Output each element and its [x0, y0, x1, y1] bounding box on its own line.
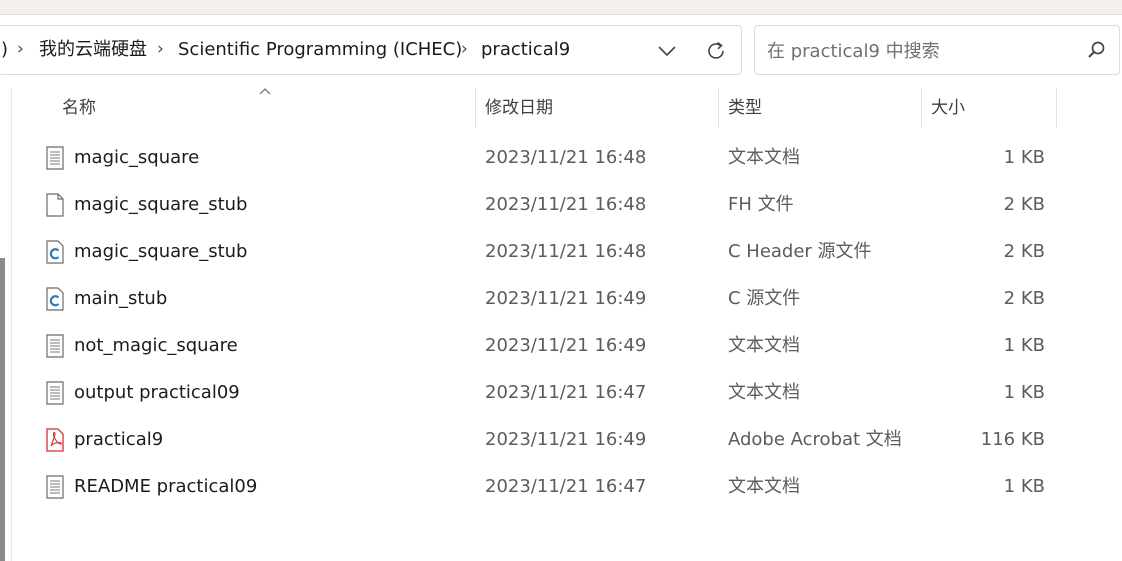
file-type: 文本文档: [728, 147, 800, 168]
refresh-button[interactable]: [700, 35, 732, 67]
history-dropdown-button[interactable]: [651, 35, 683, 67]
file-row[interactable]: magic_square_stub 2023/11/21 16:48 FH 文件…: [30, 182, 1065, 228]
file-size: 116 KB: [980, 429, 1045, 450]
file-size: 1 KB: [1003, 476, 1045, 497]
file-modified: 2023/11/21 16:47: [485, 382, 647, 403]
breadcrumb-partial: ): [1, 39, 9, 60]
file-row[interactable]: README practical09 2023/11/21 16:47 文本文档…: [30, 464, 1065, 510]
breadcrumb-item-course[interactable]: Scientific Programming (ICHEC): [178, 39, 462, 61]
file-size: 2 KB: [1003, 241, 1045, 262]
file-modified: 2023/11/21 16:48: [485, 147, 647, 168]
pane-divider: [11, 88, 12, 561]
column-header-name[interactable]: 名称: [62, 88, 96, 128]
address-toolbar: ) › 我的云端硬盘 › Scientific Programming (ICH…: [0, 15, 1122, 87]
refresh-icon: [708, 41, 724, 59]
text-file-icon: [46, 381, 64, 405]
file-modified: 2023/11/21 16:49: [485, 288, 647, 309]
file-modified: 2023/11/21 16:47: [485, 476, 647, 497]
column-header-type[interactable]: 类型: [728, 88, 762, 128]
file-type: Adobe Acrobat 文档: [728, 429, 902, 450]
file-size: 2 KB: [1003, 288, 1045, 309]
file-size: 1 KB: [1003, 147, 1045, 168]
c-source-file-icon: [46, 240, 64, 264]
file-row[interactable]: not_magic_square 2023/11/21 16:49 文本文档 1…: [30, 323, 1065, 369]
file-size: 1 KB: [1003, 382, 1045, 403]
file-type: 文本文档: [728, 335, 800, 356]
chevron-down-icon: [658, 46, 676, 57]
file-row[interactable]: magic_square 2023/11/21 16:48 文本文档 1 KB: [30, 135, 1065, 181]
file-modified: 2023/11/21 16:49: [485, 429, 647, 450]
search-icon: [1088, 41, 1105, 58]
column-header-row: 名称 修改日期 类型 大小: [12, 88, 1122, 128]
file-size: 1 KB: [1003, 335, 1045, 356]
file-modified: 2023/11/21 16:49: [485, 335, 647, 356]
column-divider[interactable]: [475, 88, 476, 128]
blank-file-icon: [46, 193, 64, 217]
file-name: magic_square_stub: [74, 194, 248, 215]
file-modified: 2023/11/21 16:48: [485, 241, 647, 262]
file-name: main_stub: [74, 288, 168, 309]
search-box[interactable]: [754, 25, 1120, 75]
file-type: FH 文件: [728, 194, 794, 215]
breadcrumb-chevron-icon[interactable]: ›: [461, 38, 468, 60]
file-type: 文本文档: [728, 382, 800, 403]
file-row[interactable]: magic_square_stub 2023/11/21 16:48 C Hea…: [30, 229, 1065, 275]
breadcrumb-item-drive[interactable]: 我的云端硬盘: [39, 39, 147, 61]
file-modified: 2023/11/21 16:48: [485, 194, 647, 215]
column-divider[interactable]: [718, 88, 719, 128]
search-button[interactable]: [1081, 35, 1111, 65]
pdf-file-icon: [46, 428, 64, 452]
column-divider[interactable]: [921, 88, 922, 128]
text-file-icon: [46, 334, 64, 358]
file-row[interactable]: output practical09 2023/11/21 16:47 文本文档…: [30, 370, 1065, 416]
file-row[interactable]: main_stub 2023/11/21 16:49 C 源文件 2 KB: [30, 276, 1065, 322]
address-bar[interactable]: ) › 我的云端硬盘 › Scientific Programming (ICH…: [0, 25, 742, 75]
file-type: C Header 源文件: [728, 241, 872, 262]
column-header-modified[interactable]: 修改日期: [485, 88, 553, 128]
breadcrumb-chevron-icon[interactable]: ›: [17, 38, 24, 60]
sort-ascending-icon: [259, 88, 271, 95]
file-type: C 源文件: [728, 288, 801, 309]
column-header-size[interactable]: 大小: [931, 88, 965, 128]
breadcrumb-item-practical9[interactable]: practical9: [481, 39, 570, 61]
file-name: magic_square_stub: [74, 241, 248, 262]
file-type: 文本文档: [728, 476, 800, 497]
text-file-icon: [46, 146, 64, 170]
file-name: not_magic_square: [74, 335, 238, 356]
text-file-icon: [46, 475, 64, 499]
column-divider[interactable]: [1056, 88, 1057, 128]
c-source-file-icon: [46, 287, 64, 311]
file-name: output practical09: [74, 382, 240, 403]
breadcrumb-chevron-icon[interactable]: ›: [157, 38, 164, 60]
file-name: README practical09: [74, 476, 258, 497]
file-row[interactable]: practical9 2023/11/21 16:49 Adobe Acroba…: [30, 417, 1065, 463]
file-name: practical9: [74, 429, 164, 450]
navigation-pane-scrollbar[interactable]: [0, 258, 5, 561]
title-bar-strip: [0, 0, 1122, 15]
search-input[interactable]: [765, 38, 1079, 64]
file-name: magic_square: [74, 147, 200, 168]
file-size: 2 KB: [1003, 194, 1045, 215]
